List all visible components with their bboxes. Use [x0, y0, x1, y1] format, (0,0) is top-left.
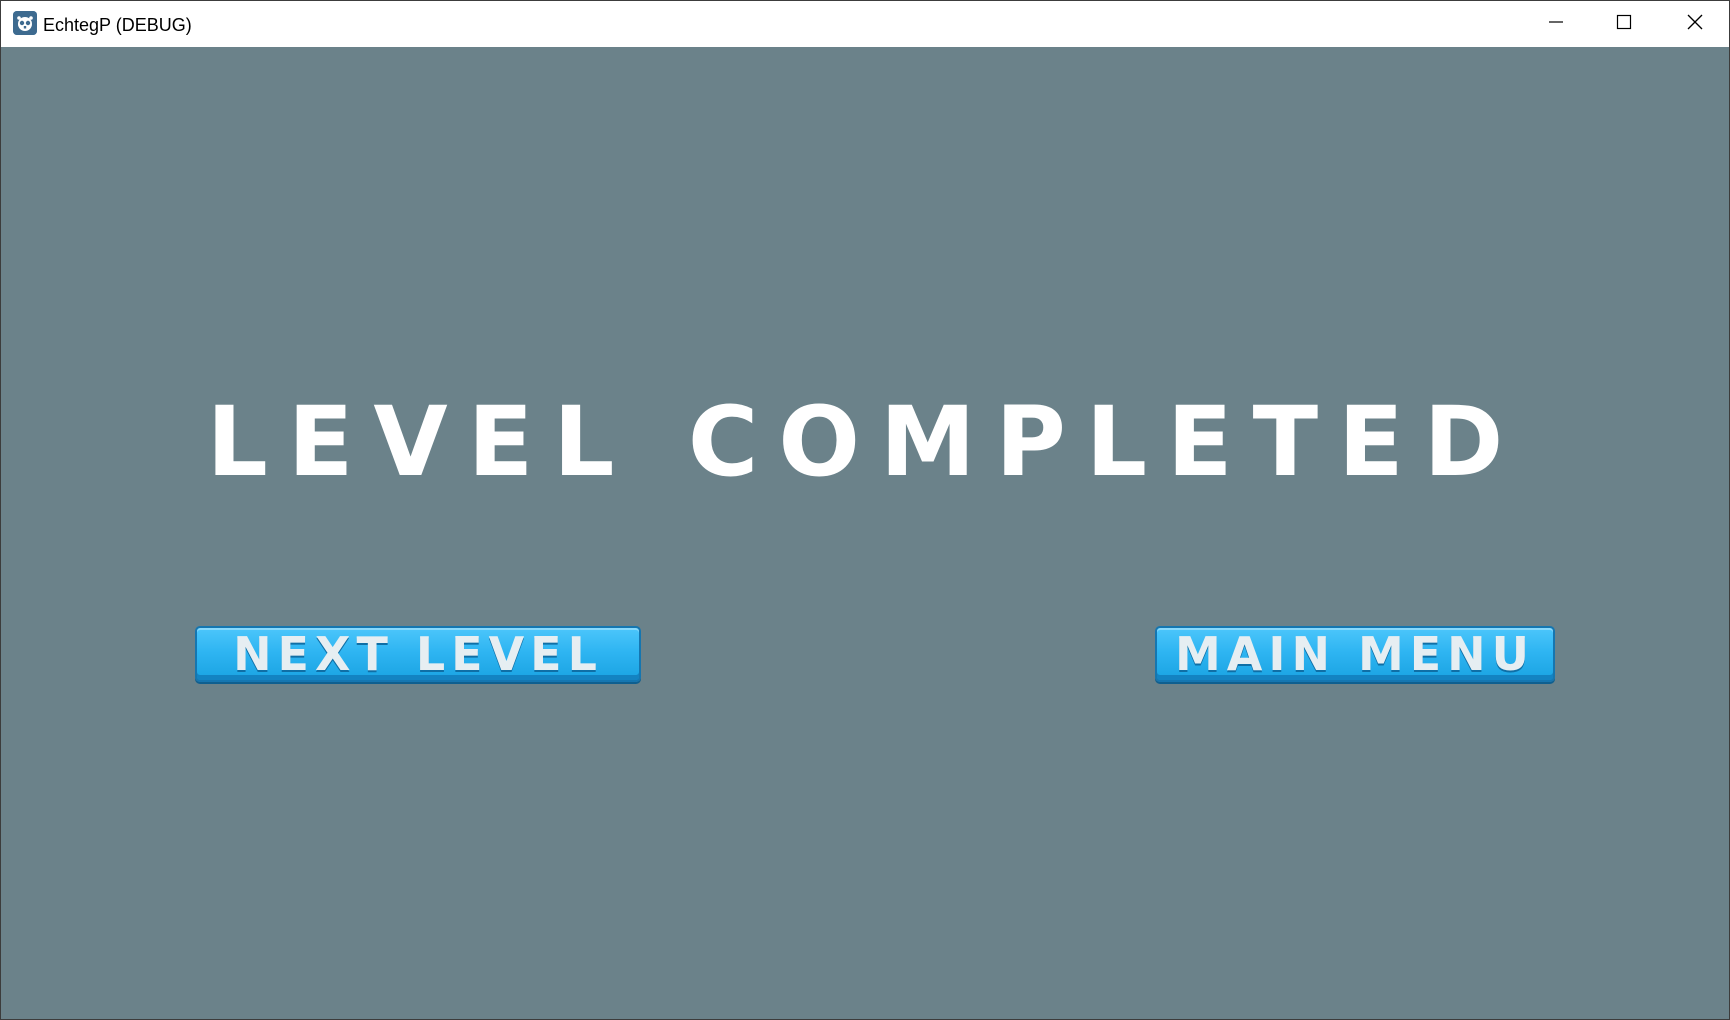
- minimize-icon: [1548, 14, 1564, 35]
- game-viewport: LEVEL COMPLETED NEXT LEVEL MAIN MENU: [1, 47, 1729, 1019]
- app-window: EchtegP (DEBUG) LEVEL COMPLETED NEXT LEV…: [0, 0, 1730, 1020]
- main-menu-button[interactable]: MAIN MENU: [1155, 626, 1555, 682]
- level-completed-heading: LEVEL COMPLETED: [206, 386, 1524, 498]
- close-button[interactable]: [1661, 1, 1729, 47]
- next-level-button[interactable]: NEXT LEVEL: [195, 626, 641, 682]
- close-icon: [1687, 14, 1703, 35]
- main-menu-label: MAIN MENU: [1174, 627, 1536, 681]
- maximize-button[interactable]: [1589, 1, 1659, 47]
- next-level-label: NEXT LEVEL: [233, 627, 603, 681]
- minimize-button[interactable]: [1521, 1, 1591, 47]
- godot-engine-icon: [13, 11, 37, 35]
- maximize-icon: [1616, 14, 1632, 35]
- title-bar[interactable]: EchtegP (DEBUG): [1, 1, 1729, 47]
- window-title: EchtegP (DEBUG): [43, 15, 192, 35]
